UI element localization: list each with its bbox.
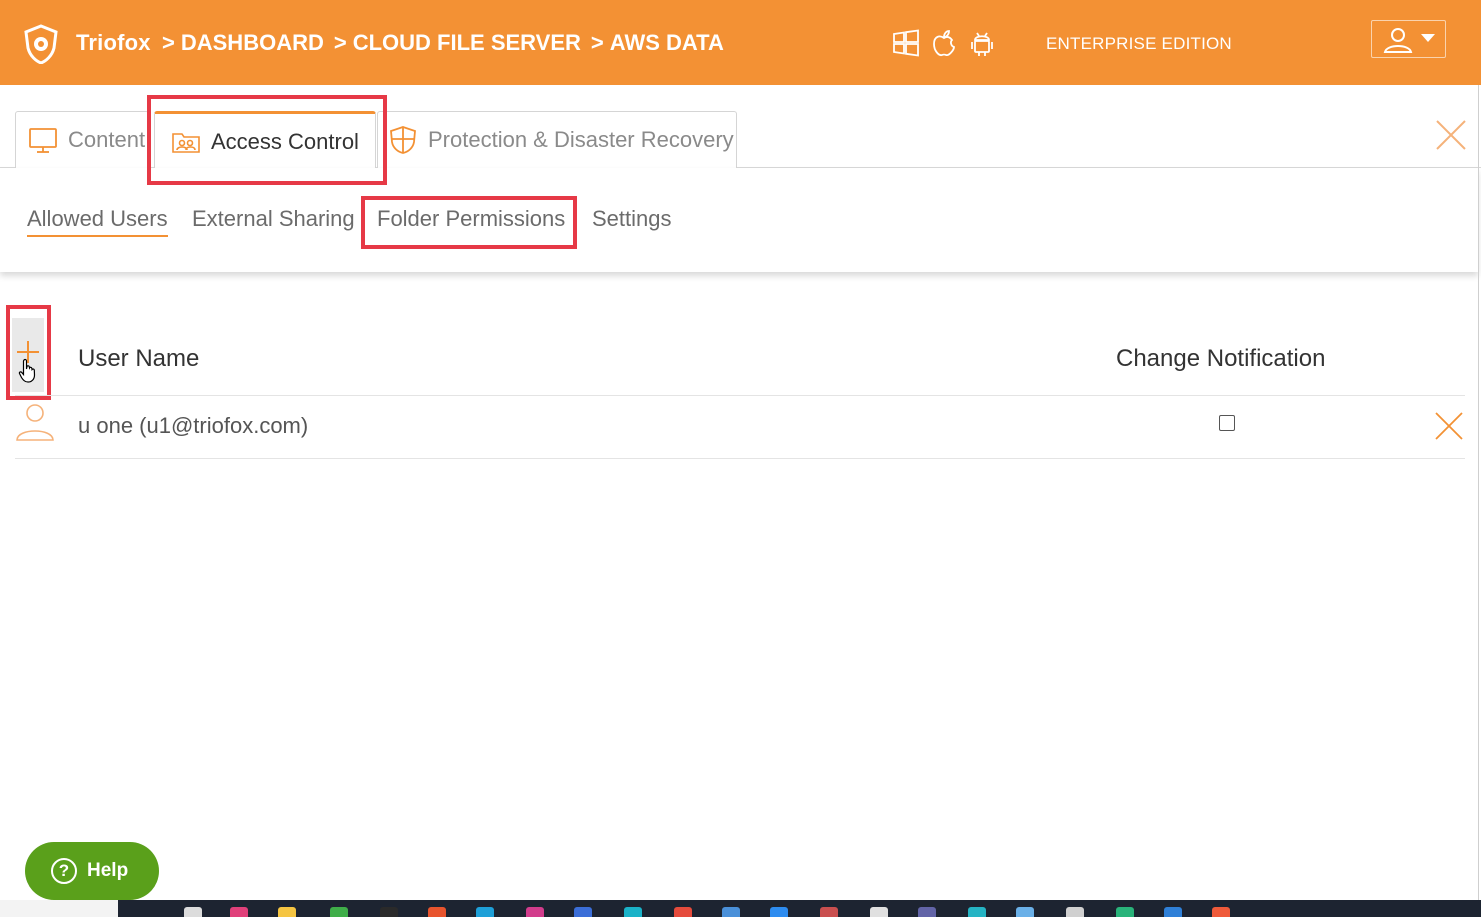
taskbar-app-icon[interactable] [1016, 907, 1034, 917]
platform-icons [892, 28, 996, 58]
user-menu-button[interactable] [1371, 20, 1446, 58]
breadcrumb-aws-data[interactable]: > AWS DATA [591, 30, 724, 56]
taskbar-app-icon[interactable] [230, 907, 248, 917]
column-header-user-name: User Name [78, 345, 200, 372]
taskbar-app-icon[interactable] [574, 907, 592, 917]
top-bar: Triofox > DASHBOARD > CLOUD FILE SERVER > A… [0, 0, 1481, 85]
taskbar-app-icon[interactable] [380, 907, 398, 917]
taskbar-app-icon[interactable] [722, 907, 740, 917]
tab-strip: Content Access Control Protection & Disa… [0, 85, 1481, 169]
taskbar-app-icon[interactable] [624, 907, 642, 917]
subnav-external-sharing[interactable]: External Sharing [192, 206, 355, 232]
taskbar-app-icon[interactable] [820, 907, 838, 917]
table-divider [15, 458, 1465, 459]
user-name-cell: u one (u1@triofox.com) [78, 413, 309, 438]
breadcrumb-cloud-file-server[interactable]: > CLOUD FILE SERVER [334, 30, 581, 56]
monitor-icon [29, 128, 57, 153]
taskbar-app-icon[interactable] [918, 907, 936, 917]
taskbar-app-icon[interactable] [184, 907, 202, 917]
subnav-settings[interactable]: Settings [592, 206, 672, 232]
close-icon[interactable] [1434, 118, 1468, 152]
taskbar-app-icon[interactable] [1212, 907, 1230, 917]
taskbar-start-area [0, 900, 118, 917]
tab-protection-disaster-recovery[interactable]: Protection & Disaster Recovery [377, 111, 737, 168]
breadcrumb: > DASHBOARD > CLOUD FILE SERVER > AWS DATA [162, 30, 734, 56]
taskbar-app-icon[interactable] [526, 907, 544, 917]
apple-icon[interactable] [930, 28, 958, 58]
user-icon [1383, 28, 1413, 53]
help-button[interactable]: ? Help [25, 842, 159, 900]
taskbar-app-icon[interactable] [1164, 907, 1182, 917]
column-header-change-notification: Change Notification [1116, 345, 1326, 372]
chevron-down-icon [1421, 34, 1435, 42]
table-divider [15, 395, 1465, 396]
taskbar-app-icon[interactable] [770, 907, 788, 917]
brand-name[interactable]: Triofox [76, 30, 151, 56]
subnav-folder-permissions[interactable]: Folder Permissions [377, 206, 565, 232]
taskbar-app-icon[interactable] [674, 907, 692, 917]
question-icon: ? [51, 858, 77, 884]
subnav-allowed-users[interactable]: Allowed Users [27, 206, 168, 237]
windows-icon[interactable] [892, 28, 920, 58]
taskbar-app-icon[interactable] [278, 907, 296, 917]
scrollbar-edge [1478, 85, 1479, 900]
triofox-logo-icon[interactable] [22, 24, 60, 64]
os-taskbar [118, 900, 1481, 917]
taskbar-app-icon[interactable] [968, 907, 986, 917]
tab-content[interactable]: Content [15, 111, 149, 168]
taskbar-app-icon[interactable] [428, 907, 446, 917]
change-notification-checkbox[interactable] [1219, 415, 1235, 431]
shield-icon [390, 126, 416, 154]
tab-access-control[interactable]: Access Control [154, 111, 376, 169]
breadcrumb-dashboard[interactable]: > DASHBOARD [162, 30, 324, 56]
remove-user-icon[interactable] [1434, 411, 1464, 441]
users-folder-icon [172, 132, 200, 153]
taskbar-app-icon[interactable] [870, 907, 888, 917]
user-avatar-icon [16, 404, 54, 441]
android-icon[interactable] [968, 28, 996, 58]
taskbar-app-icon[interactable] [476, 907, 494, 917]
edition-label: ENTERPRISE EDITION [1046, 34, 1232, 53]
taskbar-app-icon[interactable] [1116, 907, 1134, 917]
taskbar-app-icon[interactable] [1066, 907, 1084, 917]
access-control-subnav: Allowed Users External Sharing Folder Pe… [0, 168, 1478, 272]
hand-cursor-icon [18, 358, 36, 383]
taskbar-app-icon[interactable] [330, 907, 348, 917]
